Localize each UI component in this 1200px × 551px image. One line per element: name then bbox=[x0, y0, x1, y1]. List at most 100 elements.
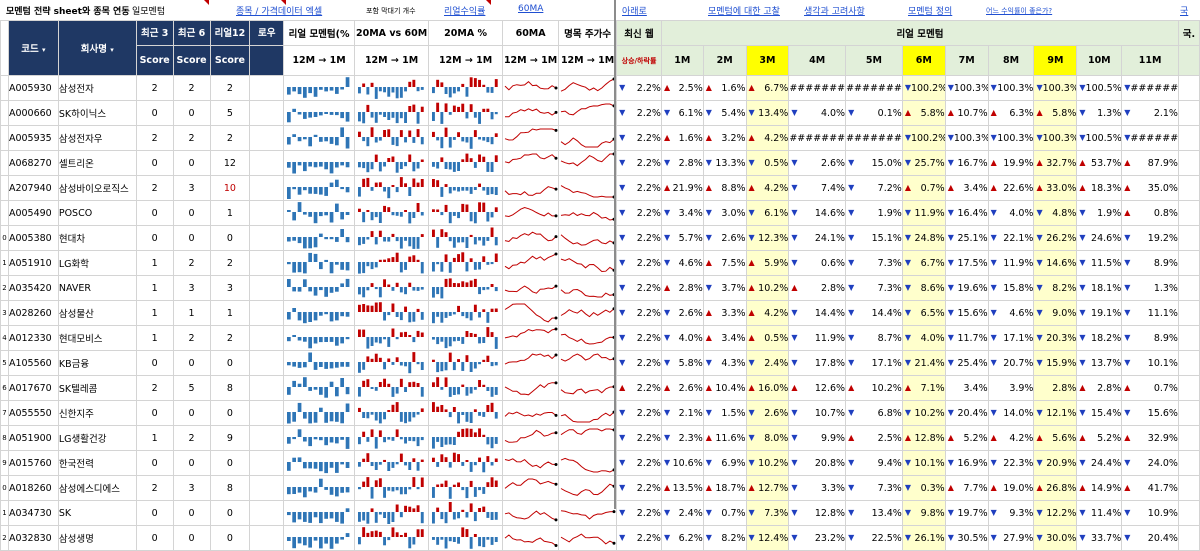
month-return-cell-5[interactable]: ▼ 14.4% bbox=[845, 300, 903, 326]
month-return-cell-8[interactable]: ▲ 4.2% bbox=[987, 425, 1035, 451]
momentum-definition-link[interactable]: 모멘텀 정의 bbox=[908, 4, 952, 17]
real12-score-cell[interactable]: 0 bbox=[209, 500, 251, 526]
month-return-cell-6[interactable]: ▼ 100.2% bbox=[901, 125, 946, 151]
real12-score-cell[interactable]: 0 bbox=[209, 225, 251, 251]
month-return-cell-8[interactable]: ▲ 6.3% bbox=[987, 100, 1035, 126]
month-return-cell-4[interactable]: ▼ 20.8% bbox=[788, 450, 847, 476]
recent3-score-cell[interactable]: 1 bbox=[135, 325, 174, 351]
month-return-cell-2[interactable]: ▼ 0.7% bbox=[702, 500, 747, 526]
month-return-cell-11[interactable]: ▼ 1.3% bbox=[1121, 275, 1179, 301]
month-return-cell-2[interactable]: ▼ 8.2% bbox=[702, 525, 747, 551]
month-return-cell-11[interactable]: ▲ 0.8% bbox=[1121, 200, 1179, 226]
low-score-cell[interactable] bbox=[249, 375, 285, 401]
month-return-cell-9[interactable]: ▼ 100.3% bbox=[1033, 125, 1078, 151]
recent6-score-cell[interactable]: 5 bbox=[172, 375, 211, 401]
month-return-cell-2[interactable]: ▼ 1.5% bbox=[702, 400, 747, 426]
month-return-cell-3[interactable]: ▲ 6.7% bbox=[745, 75, 790, 101]
low-score-cell[interactable] bbox=[249, 100, 285, 126]
month-return-cell-3[interactable]: ▲ 4.2% bbox=[745, 175, 790, 201]
month-return-cell-9[interactable]: ▼ 8.2% bbox=[1033, 275, 1078, 301]
recent-week-cell[interactable]: ▼ 2.2% bbox=[616, 325, 662, 351]
recent6-score-cell[interactable]: 0 bbox=[172, 525, 211, 551]
month-return-cell-11[interactable]: ▼####### bbox=[1121, 125, 1179, 151]
recent3-score-cell[interactable]: 0 bbox=[135, 225, 174, 251]
considerations-link[interactable]: 생각과 고려사항 bbox=[804, 4, 865, 17]
recent-week-cell[interactable]: ▼ 2.2% bbox=[616, 425, 662, 451]
month-return-cell-5[interactable]: ▼ 15.1% bbox=[845, 225, 903, 251]
recent6-header[interactable]: 최근 6 bbox=[172, 20, 211, 46]
month-return-cell-4[interactable]: ▼ 9.9% bbox=[788, 425, 847, 451]
month-return-cell-5[interactable]: ▲ 10.2% bbox=[845, 375, 903, 401]
month-return-cell-9[interactable]: ▼ 12.1% bbox=[1033, 400, 1078, 426]
month-return-cell-11[interactable]: ▼ 10.9% bbox=[1121, 500, 1179, 526]
company-name-cell[interactable]: SK bbox=[57, 500, 137, 526]
month-return-cell-7[interactable]: 3.4% bbox=[944, 375, 989, 401]
month-return-cell-9[interactable]: ▲ 33.0% bbox=[1033, 175, 1078, 201]
month-return-cell-1[interactable]: ▲ 21.9% bbox=[660, 175, 704, 201]
code-column-header[interactable]: 코드 ▾ bbox=[7, 20, 59, 76]
month-return-cell-6[interactable]: ▼ 10.2% bbox=[901, 400, 946, 426]
company-name-cell[interactable]: 현대차 bbox=[57, 225, 137, 251]
month-return-cell-11[interactable]: ▼ 24.0% bbox=[1121, 450, 1179, 476]
month-return-cell-3[interactable]: ▲ 12.7% bbox=[745, 475, 790, 501]
month-return-cell-4[interactable]: ▼ 4.0% bbox=[788, 100, 847, 126]
ma60-link[interactable]: 60MA bbox=[518, 4, 543, 14]
month-return-cell-10[interactable]: ▲ 2.8% bbox=[1076, 375, 1123, 401]
recent6-score-cell[interactable]: 3 bbox=[172, 475, 211, 501]
month-return-cell-9[interactable]: ▼ 4.8% bbox=[1033, 200, 1078, 226]
recent-week-cell[interactable]: ▼ 2.2% bbox=[616, 100, 662, 126]
month-return-cell-8[interactable]: ▼ 4.6% bbox=[987, 300, 1035, 326]
month-return-cell-1[interactable]: ▼ 4.0% bbox=[660, 325, 704, 351]
low-score-cell[interactable] bbox=[249, 450, 285, 476]
recent3-score-cell[interactable]: 0 bbox=[135, 150, 174, 176]
month-return-cell-3[interactable]: ▼ 6.1% bbox=[745, 200, 790, 226]
real12-score-cell[interactable]: 8 bbox=[209, 475, 251, 501]
recent6-score-cell[interactable]: 3 bbox=[172, 275, 211, 301]
low-score-cell[interactable] bbox=[249, 200, 285, 226]
which-return-link[interactable]: 어느 수익률이 좋은가? bbox=[986, 6, 1052, 16]
month-return-cell-9[interactable]: 2.8% bbox=[1033, 375, 1078, 401]
recent-week-cell[interactable]: ▼ 2.2% bbox=[616, 450, 662, 476]
company-name-cell[interactable]: NAVER bbox=[57, 275, 137, 301]
real-momentum-spark-header[interactable]: 리얼 모멘텀(% bbox=[283, 20, 356, 46]
low-score-cell[interactable] bbox=[249, 275, 285, 301]
low-score-cell[interactable] bbox=[249, 250, 285, 276]
table-row[interactable]: 3 A028260 삼성물산 1 1 1 ▼ 2.2% ▼ 2.6% ▲ 3.3% ▲ 4.2% ▼ 14.4… bbox=[0, 300, 1200, 326]
month-return-cell-5[interactable]: ▼ 7.3% bbox=[845, 275, 903, 301]
month-return-cell-2[interactable]: ▼ 3.0% bbox=[702, 200, 747, 226]
company-name-cell[interactable]: 삼성전자 bbox=[57, 75, 137, 101]
table-row[interactable]: 2 A032830 삼성생명 0 0 0 ▼ 2.2% ▼ 6.2% ▼ 8.2% ▼ 12.4% ▼ 23.… bbox=[0, 525, 1200, 551]
table-row[interactable]: A207940 삼성바이오로직스 2 3 10 ▼ 2.2% ▲ 21.9% ▲ 8.8% ▲ 4.2%… bbox=[0, 175, 1200, 201]
month-return-cell-6[interactable]: ▼ 9.8% bbox=[901, 500, 946, 526]
month-return-cell-9[interactable]: ▲ 5.8% bbox=[1033, 100, 1078, 126]
recent6-score-cell[interactable]: 0 bbox=[172, 200, 211, 226]
month-return-cell-4[interactable]: ####### bbox=[788, 125, 847, 151]
recent3-score-cell[interactable]: 0 bbox=[135, 400, 174, 426]
month-return-cell-8[interactable]: ▼ 11.9% bbox=[987, 250, 1035, 276]
month-return-cell-2[interactable]: ▲ 3.4% bbox=[702, 325, 747, 351]
month-return-cell-1[interactable]: ▲ 1.6% bbox=[660, 125, 704, 151]
recent3-score-cell[interactable]: 0 bbox=[135, 350, 174, 376]
company-name-cell[interactable]: 삼성생명 bbox=[57, 525, 137, 551]
month-return-cell-5[interactable]: ▼ 17.1% bbox=[845, 350, 903, 376]
month-return-cell-10[interactable]: ▼ 18.2% bbox=[1076, 325, 1123, 351]
recent6-score-cell[interactable]: 2 bbox=[172, 125, 211, 151]
month-return-cell-2[interactable]: ▼ 4.3% bbox=[702, 350, 747, 376]
recent3-score-cell[interactable]: 0 bbox=[135, 100, 174, 126]
ticker-excel-link[interactable]: 종목 / 가격데이터 엑셀 bbox=[236, 4, 322, 17]
stock-code-cell[interactable]: A005935 bbox=[7, 125, 59, 151]
month-return-cell-11[interactable]: ▼ 2.1% bbox=[1121, 100, 1179, 126]
month-return-cell-4[interactable]: ▲ 2.8% bbox=[788, 275, 847, 301]
month-return-cell-8[interactable]: ▼ 22.3% bbox=[987, 450, 1035, 476]
table-row[interactable]: 4 A012330 현대모비스 1 2 2 ▼ 2.2% ▼ 4.0% ▲ 3.4% ▲ 0.5% ▼ 11.… bbox=[0, 325, 1200, 351]
month-return-cell-10[interactable]: ▼ 13.7% bbox=[1076, 350, 1123, 376]
low-score-cell[interactable] bbox=[249, 475, 285, 501]
recent3-score-cell[interactable]: 0 bbox=[135, 525, 174, 551]
month-return-cell-1[interactable]: ▼ 3.4% bbox=[660, 200, 704, 226]
month-return-cell-2[interactable]: ▲ 11.6% bbox=[702, 425, 747, 451]
month-return-cell-5[interactable]: ####### bbox=[845, 75, 903, 101]
month-return-cell-1[interactable]: ▼ 5.8% bbox=[660, 350, 704, 376]
real12-score-cell[interactable]: 2 bbox=[209, 250, 251, 276]
month-return-cell-3[interactable]: ▲ 5.9% bbox=[745, 250, 790, 276]
month-return-cell-3[interactable]: ▲ 4.2% bbox=[745, 300, 790, 326]
